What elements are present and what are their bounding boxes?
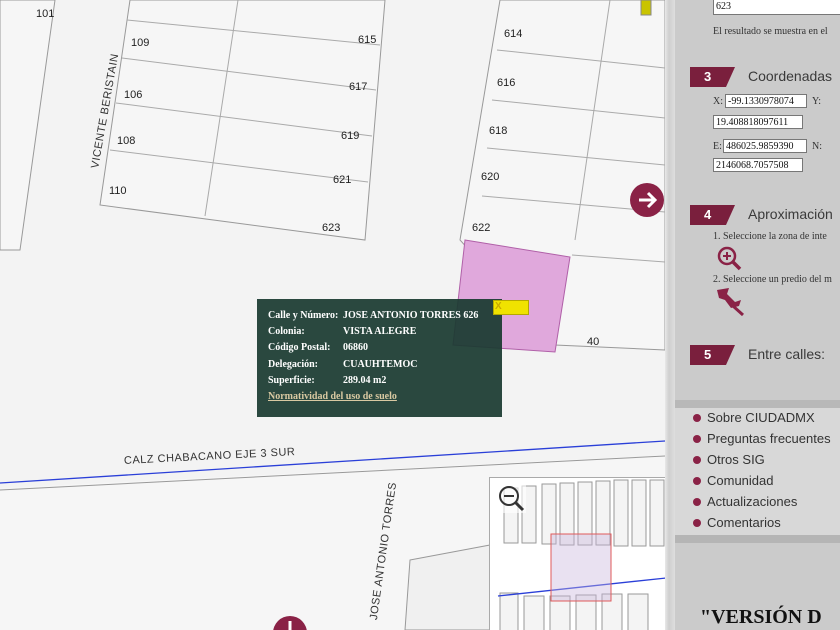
step-title: Entre calles: <box>748 346 826 362</box>
lot-label: 623 <box>322 222 341 234</box>
lot-label: 40 <box>587 336 600 348</box>
menu-item-actualizaciones[interactable]: Actualizaciones <box>707 494 797 509</box>
bullet-icon <box>693 498 701 506</box>
menu-item-preguntas-frecuentes[interactable]: Preguntas frecuentes <box>707 431 831 446</box>
step-3-header: 3 Coordenadas <box>690 67 840 87</box>
next-arrow-icon[interactable] <box>629 182 665 218</box>
popup-label: Colonia: <box>268 326 305 337</box>
popup-value: JOSE ANTONIO TORRES 626 <box>343 310 479 321</box>
lot-label: 106 <box>124 89 143 101</box>
bullet-icon <box>693 519 701 527</box>
bullet-icon <box>693 414 701 422</box>
popup-row-delegacion: Delegación: CUAUHTEMOC <box>268 359 417 370</box>
popup-label: Superficie: <box>268 375 315 386</box>
popup-value: VISTA ALEGRE <box>343 326 417 337</box>
n-label: N: <box>812 141 822 152</box>
popup-row-superficie: Superficie: 289.04 m2 <box>268 375 386 386</box>
lot-label: 109 <box>131 37 150 49</box>
lot-label: 620 <box>481 171 500 183</box>
popup-value: 289.04 m2 <box>343 375 387 386</box>
bullet-icon <box>693 456 701 464</box>
number-input[interactable]: 623 <box>713 0 840 15</box>
map-view[interactable]: 101 109 106 108 110 615 617 619 621 623 … <box>0 0 665 630</box>
panel-separator[interactable] <box>665 0 675 630</box>
step-5-header: 5 Entre calles: <box>690 345 840 365</box>
lot-label: 621 <box>333 174 352 186</box>
lot-label: 614 <box>504 28 523 40</box>
lot-label: 110 <box>109 185 127 197</box>
lot-label: 108 <box>117 135 136 147</box>
approx-step-2: 2. Seleccione un predio del m <box>713 274 832 285</box>
land-use-link[interactable]: Normatividad del uso de suelo <box>268 391 397 402</box>
lot-label: 618 <box>489 125 508 137</box>
popup-row-address: Calle y Número: JOSE ANTONIO TORRES 626 <box>268 310 478 321</box>
step-number: 5 <box>690 345 735 365</box>
location-marker-icon <box>273 616 307 630</box>
step-title: Aproximación <box>748 206 833 222</box>
popup-label: Delegación: <box>268 359 318 370</box>
lot-label: 617 <box>349 81 368 93</box>
zoom-in-icon[interactable] <box>716 245 742 271</box>
menu-item-otros-sig[interactable]: Otros SIG <box>707 452 765 467</box>
result-note: El resultado se muestra en el <box>713 26 828 37</box>
pushpin-icon[interactable] <box>713 286 747 316</box>
popup-label: Código Postal: <box>268 342 331 353</box>
popup-label: Calle y Número: <box>268 310 339 321</box>
footer-menu: Sobre CIUDADMX Preguntas frecuentes Otro… <box>675 400 840 543</box>
n-coordinate-input[interactable]: 2146068.7057508 <box>713 158 803 172</box>
close-icon: X <box>495 301 502 312</box>
parcel-info-popup: Calle y Número: JOSE ANTONIO TORRES 626 C… <box>257 299 502 417</box>
step-number: 4 <box>690 205 735 225</box>
popup-value: 06860 <box>343 342 368 353</box>
x-coordinate-input[interactable]: -99.1330978074 <box>725 94 807 108</box>
e-coordinate-input[interactable]: 486025.9859390 <box>723 139 807 153</box>
e-label: E: <box>713 141 722 152</box>
y-label: Y: <box>812 96 822 107</box>
footer-band <box>675 535 840 543</box>
menu-item-sobre-ciudadmx[interactable]: Sobre CIUDADMX <box>707 410 815 425</box>
menu-item-comentarios[interactable]: Comentarios <box>707 515 781 530</box>
bullet-icon <box>693 477 701 485</box>
side-panel: 623 El resultado se muestra en el 3 Coord… <box>675 0 840 630</box>
popup-close-button[interactable]: X <box>493 300 529 315</box>
step-title: Coordenadas <box>748 68 833 84</box>
lot-label: 101 <box>36 8 55 20</box>
x-label: X: <box>713 96 723 107</box>
bullet-icon <box>693 435 701 443</box>
y-coordinate-input[interactable]: 19.408818097611 <box>713 115 803 129</box>
popup-row-postal-code: Código Postal: 06860 <box>268 342 368 353</box>
menu-item-comunidad[interactable]: Comunidad <box>707 473 774 488</box>
step-4-header: 4 Aproximación <box>690 205 840 225</box>
step-number: 3 <box>690 67 735 87</box>
lot-label: 616 <box>497 77 516 89</box>
lot-label: 615 <box>358 34 377 46</box>
popup-value: CUAUHTEMOC <box>343 359 418 370</box>
lot-label: 622 <box>472 222 491 234</box>
approx-step-1: 1. Seleccione la zona de inte <box>713 231 827 242</box>
lot-label: 619 <box>341 130 360 142</box>
version-banner: "VERSIÓN D <box>700 606 822 628</box>
zoom-out-icon[interactable] <box>496 483 526 513</box>
popup-row-colonia: Colonia: VISTA ALEGRE <box>268 326 416 337</box>
